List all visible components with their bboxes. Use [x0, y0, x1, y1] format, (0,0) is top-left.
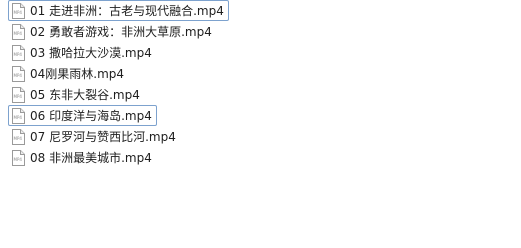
- file-name: 07 尼罗河与赞西比河.mp4: [30, 129, 176, 144]
- file-item-02[interactable]: MP4 02 勇敢者游戏：非洲大草原.mp4: [8, 21, 217, 42]
- mp4-file-icon: MP4: [12, 149, 25, 166]
- file-item-07[interactable]: MP4 07 尼罗河与赞西比河.mp4: [8, 126, 181, 147]
- file-item-08[interactable]: MP4 08 非洲最美城市.mp4: [8, 147, 157, 168]
- file-list: MP4 01 走进非洲：古老与现代融合.mp4 MP4 02 勇敢者游戏：非洲大…: [8, 0, 268, 168]
- file-name: 08 非洲最美城市.mp4: [30, 150, 152, 165]
- file-name: 05 东非大裂谷.mp4: [30, 87, 140, 102]
- file-item-04[interactable]: MP4 04刚果雨林.mp4: [8, 63, 129, 84]
- svg-text:MP4: MP4: [14, 10, 23, 15]
- mp4-file-icon: MP4: [12, 23, 25, 40]
- svg-text:MP4: MP4: [14, 157, 23, 162]
- file-item-05[interactable]: MP4 05 东非大裂谷.mp4: [8, 84, 145, 105]
- mp4-file-icon: MP4: [12, 2, 25, 19]
- svg-text:MP4: MP4: [14, 31, 23, 36]
- file-item-06[interactable]: MP4 06 印度洋与海岛.mp4: [8, 105, 157, 126]
- mp4-file-icon: MP4: [12, 65, 25, 82]
- svg-text:MP4: MP4: [14, 115, 23, 120]
- file-name: 02 勇敢者游戏：非洲大草原.mp4: [30, 24, 212, 39]
- svg-text:MP4: MP4: [14, 73, 23, 78]
- svg-text:MP4: MP4: [14, 52, 23, 57]
- mp4-file-icon: MP4: [12, 44, 25, 61]
- file-name: 04刚果雨林.mp4: [30, 66, 125, 81]
- mp4-file-icon: MP4: [12, 86, 25, 103]
- file-name: 01 走进非洲：古老与现代融合.mp4: [30, 3, 224, 18]
- file-name: 03 撒哈拉大沙漠.mp4: [30, 45, 152, 60]
- file-name: 06 印度洋与海岛.mp4: [30, 108, 152, 123]
- file-item-01[interactable]: MP4 01 走进非洲：古老与现代融合.mp4: [8, 0, 229, 21]
- mp4-file-icon: MP4: [12, 107, 25, 124]
- file-item-03[interactable]: MP4 03 撒哈拉大沙漠.mp4: [8, 42, 157, 63]
- svg-text:MP4: MP4: [14, 136, 23, 141]
- mp4-file-icon: MP4: [12, 128, 25, 145]
- svg-text:MP4: MP4: [14, 94, 23, 99]
